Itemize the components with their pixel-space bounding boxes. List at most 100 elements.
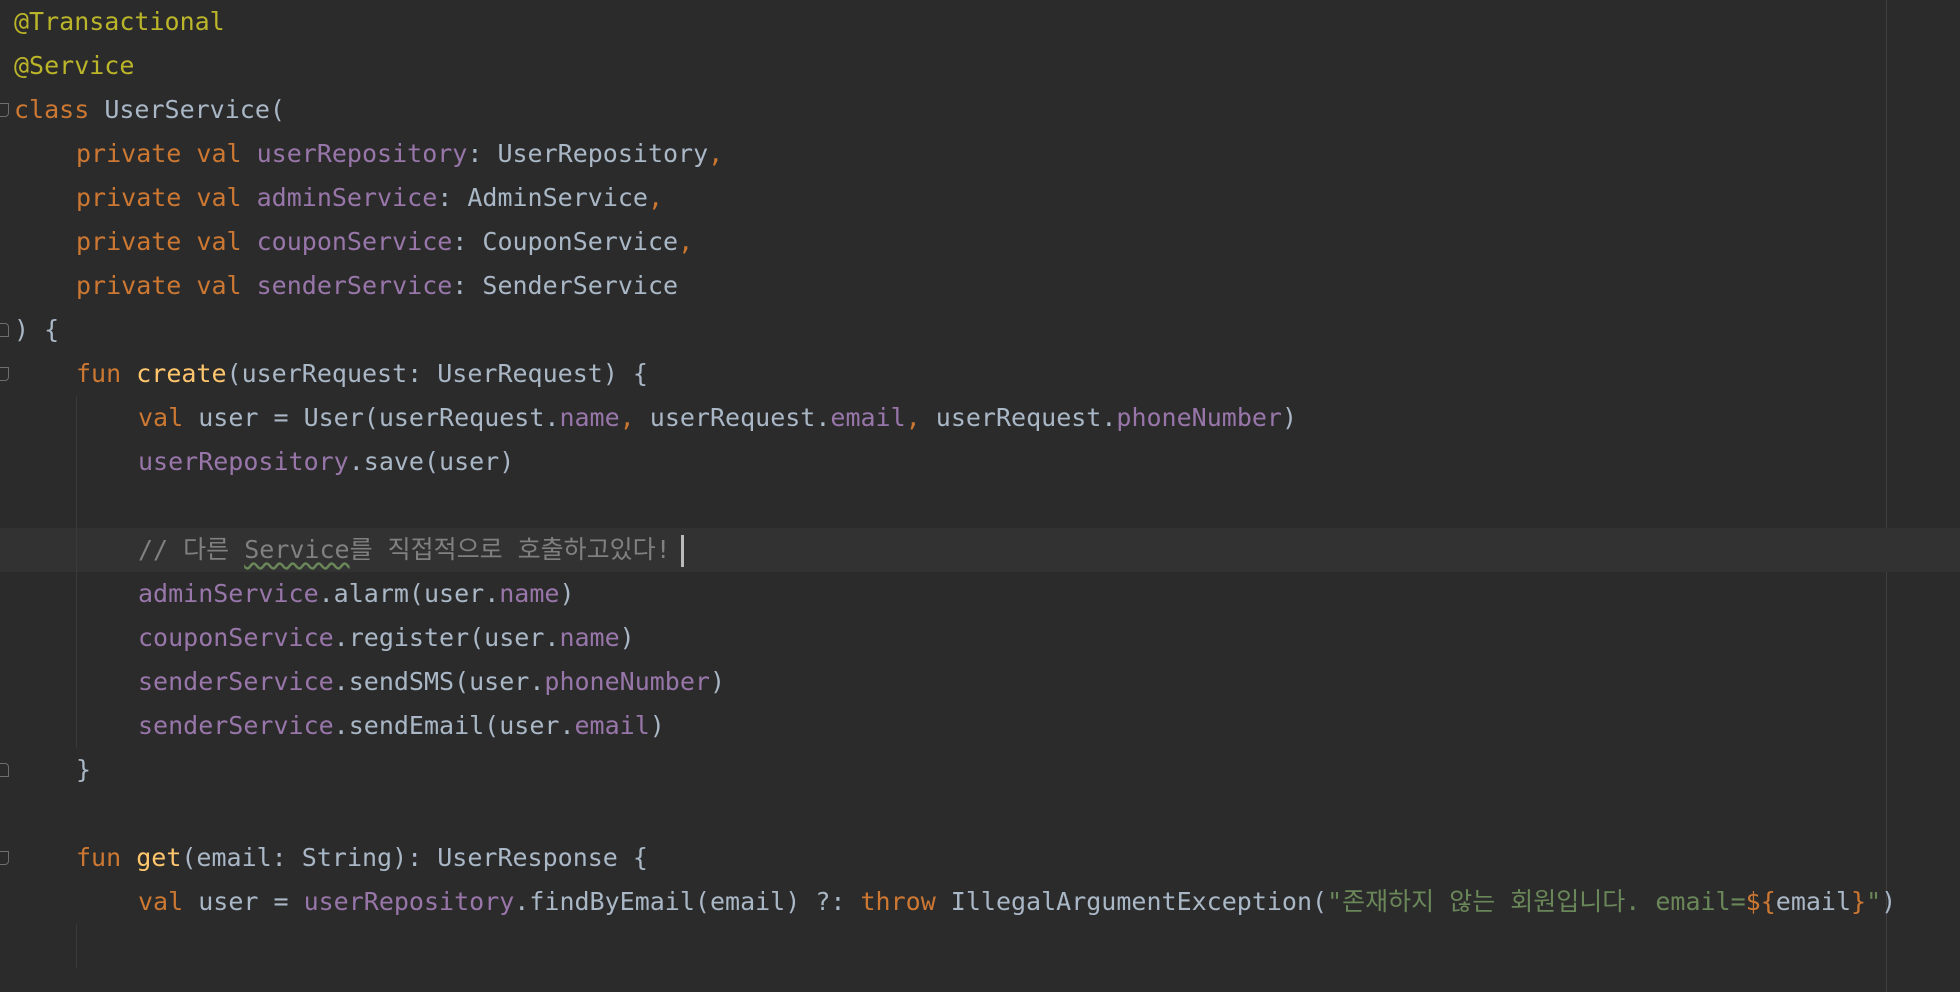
code-token-plain: ) { (14, 315, 60, 344)
code-line[interactable]: } (0, 748, 1960, 792)
code-token-plain: userRequest. (649, 403, 831, 432)
code-token-interp: ${ (1745, 887, 1776, 916)
code-token-keyword: class (14, 95, 105, 124)
code-token-comment: // 다른 (138, 535, 245, 564)
code-token-plain: user = User(userRequest. (198, 403, 560, 432)
code-token-property: userRepository (303, 887, 515, 916)
code-token-plain: ) (559, 579, 575, 608)
code-token-plain: } (76, 755, 92, 784)
code-token-annotation: @Service (14, 51, 135, 80)
code-line[interactable]: fun create(userRequest: UserRequest) { (0, 352, 1960, 396)
code-line[interactable]: val user = userRepository.findByEmail(em… (0, 880, 1960, 924)
code-token-keyword: val (138, 887, 199, 916)
code-token-plain: IllegalArgumentException( (950, 887, 1328, 916)
code-token-property: email (830, 403, 906, 432)
code-area[interactable]: @Transactional @Service class UserService(… (0, 0, 1960, 968)
fold-close-icon[interactable] (0, 323, 9, 337)
code-token-keyword: val (138, 403, 199, 432)
code-line[interactable] (0, 484, 1960, 528)
fold-open-icon[interactable] (0, 367, 9, 381)
code-token-plain: : SenderService (452, 271, 679, 300)
fold-open-icon[interactable] (0, 103, 9, 117)
code-token-keyword: private val (76, 271, 257, 300)
code-token-comment: 를 직접적으로 호출하고있다! (349, 535, 671, 564)
code-token-keyword: fun (76, 843, 137, 872)
code-token-string: "존재하지 않는 회원입니다. email= (1327, 887, 1746, 916)
fold-close-icon[interactable] (0, 763, 9, 777)
code-line[interactable]: fun get(email: String): UserResponse { (0, 836, 1960, 880)
code-token-plain: ) (709, 667, 726, 696)
code-token-comma: , (678, 227, 694, 256)
code-token-plain: user = (198, 887, 304, 916)
fold-open-icon[interactable] (0, 851, 9, 865)
code-token-property: name (559, 403, 620, 432)
code-line[interactable]: couponService.register(user.name) (0, 616, 1960, 660)
code-line[interactable]: ) { (0, 308, 1960, 352)
code-token-property: senderService (138, 667, 334, 696)
code-line[interactable]: class UserService( (0, 88, 1960, 132)
code-line[interactable]: private val couponService: CouponService… (0, 220, 1960, 264)
code-token-plain: .sendSMS(user. (333, 667, 545, 696)
code-line[interactable]: private val senderService: SenderService (0, 264, 1960, 308)
code-token-string: " (1866, 887, 1882, 916)
code-line[interactable]: adminService.alarm(user.name) (0, 572, 1960, 616)
code-token-comment: Service (244, 535, 350, 564)
code-token-property: senderService (256, 271, 453, 300)
code-token-comma: , (708, 139, 724, 168)
code-line[interactable]: @Transactional (0, 0, 1960, 44)
code-line[interactable]: @Service (0, 44, 1960, 88)
code-token-plain: .save(user) (348, 447, 515, 476)
code-token-function: create (136, 359, 227, 388)
code-token-property: senderService (138, 711, 334, 740)
code-line[interactable] (0, 924, 1960, 968)
code-token-plain: ) (619, 623, 635, 652)
code-token-keyword: throw (860, 887, 951, 916)
code-token-plain: : CouponService (452, 227, 679, 256)
code-token-function: get (136, 843, 182, 872)
code-token-property: email (574, 711, 650, 740)
code-token-property: phoneNumber (544, 667, 710, 696)
code-token-plain: .register(user. (333, 623, 560, 652)
code-token-property: adminService (138, 579, 319, 608)
code-editor[interactable]: @Transactional @Service class UserService(… (0, 0, 1960, 992)
code-line[interactable]: senderService.sendEmail(user.email) (0, 704, 1960, 748)
code-token-property: name (559, 623, 620, 652)
code-token-property: userRepository (138, 447, 349, 476)
code-token-comma: , (619, 403, 650, 432)
code-token-property: phoneNumber (1116, 403, 1282, 432)
code-token-plain: email (1775, 887, 1852, 916)
code-token-comma: , (905, 403, 936, 432)
code-token-plain: : AdminService (437, 183, 648, 212)
code-line[interactable] (0, 792, 1960, 836)
indent-guide (76, 924, 77, 968)
indent-guide (76, 396, 77, 748)
code-token-plain: ) (1881, 887, 1897, 916)
text-caret (680, 535, 684, 567)
code-token-plain: (email: String): UserResponse { (181, 843, 648, 872)
code-line[interactable]: val user = User(userRequest.name, userRe… (0, 396, 1960, 440)
code-token-property: userRepository (256, 139, 468, 168)
current-code-line[interactable]: // 다른 Service를 직접적으로 호출하고있다! (0, 528, 1960, 572)
code-line[interactable]: private val userRepository: UserReposito… (0, 132, 1960, 176)
code-line[interactable]: userRepository.save(user) (0, 440, 1960, 484)
code-token-plain: userRequest. (935, 403, 1117, 432)
code-token-plain: : UserRepository (467, 139, 709, 168)
code-token-plain: ) (649, 711, 665, 740)
code-token-keyword: private val (76, 139, 257, 168)
code-token-plain: .alarm(user. (318, 579, 500, 608)
code-token-plain: ) (1281, 403, 1298, 432)
code-token-comma: , (647, 183, 664, 212)
code-token-interp: } (1851, 887, 1867, 916)
code-token-keyword: private val (76, 227, 257, 256)
code-token-property: couponService (138, 623, 334, 652)
code-token-property: adminService (256, 183, 438, 212)
code-token-keyword: private val (76, 183, 257, 212)
code-token-keyword: fun (76, 359, 137, 388)
code-token-plain: .findByEmail(email) ?: (514, 887, 861, 916)
code-token-plain: UserService( (104, 95, 285, 124)
code-line[interactable]: private val adminService: AdminService, (0, 176, 1960, 220)
code-token-plain: .sendEmail(user. (333, 711, 575, 740)
code-line[interactable]: senderService.sendSMS(user.phoneNumber) (0, 660, 1960, 704)
code-token-property: name (499, 579, 560, 608)
code-token-annotation: @Transactional (14, 7, 225, 36)
